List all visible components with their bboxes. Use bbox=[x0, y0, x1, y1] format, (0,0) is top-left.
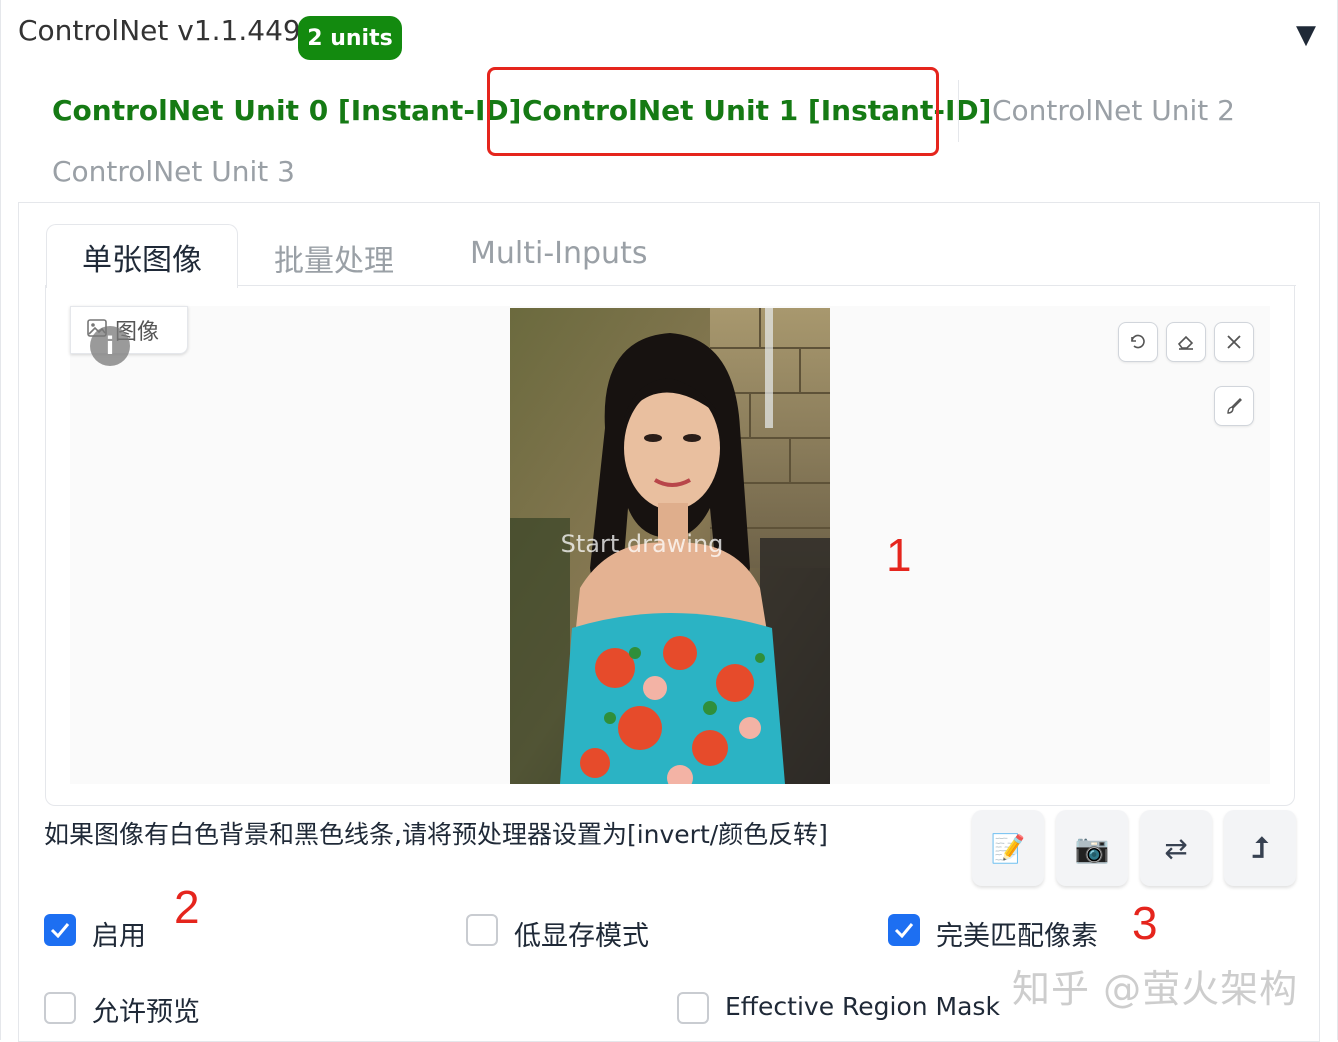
annotation-3: 3 bbox=[1132, 897, 1158, 949]
annotation-1: 1 bbox=[886, 529, 912, 581]
check-icon bbox=[50, 923, 70, 938]
annotation-2: 2 bbox=[174, 881, 200, 933]
check-icon bbox=[894, 923, 914, 938]
effective-region-mask-checkbox[interactable] bbox=[677, 992, 709, 1024]
undo-icon[interactable] bbox=[1118, 322, 1158, 362]
start-drawing-placeholder: Start drawing bbox=[560, 530, 724, 558]
tab-controlnet-unit-3[interactable]: ControlNet Unit 3 bbox=[52, 155, 295, 188]
units-badge: 2 units bbox=[298, 16, 402, 60]
eraser-icon[interactable] bbox=[1166, 322, 1206, 362]
enable-label: 启用 bbox=[92, 921, 146, 952]
close-icon[interactable] bbox=[1214, 322, 1254, 362]
low-vram-label: 低显存模式 bbox=[514, 921, 649, 952]
tab-controlnet-unit-0[interactable]: ControlNet Unit 0 [Instant-ID] bbox=[52, 94, 521, 127]
tab-multi-inputs[interactable]: Multi-Inputs bbox=[470, 236, 647, 271]
preprocessor-hint: 如果图像有白色背景和黑色线条,请将预处理器设置为[invert/颜色反转] bbox=[44, 820, 828, 849]
brush-icon[interactable] bbox=[1214, 386, 1254, 426]
watermark: 知乎 @萤火架构 bbox=[1012, 967, 1299, 1011]
tab-single-image[interactable]: 单张图像 bbox=[46, 224, 238, 288]
effective-region-mask-label: Effective Region Mask bbox=[725, 992, 1000, 1021]
memo-icon[interactable]: 📝 bbox=[972, 810, 1044, 886]
pixel-perfect-label: 完美匹配像素 bbox=[936, 921, 1098, 952]
red-highlight-box bbox=[487, 67, 939, 156]
enable-checkbox[interactable] bbox=[44, 914, 76, 946]
info-icon[interactable]: i bbox=[90, 326, 130, 366]
upload-arrow-icon[interactable]: ⮥ bbox=[1224, 810, 1296, 886]
panel-title: ControlNet v1.1.449 bbox=[18, 14, 301, 47]
collapse-icon[interactable]: ▼ bbox=[1296, 20, 1316, 50]
allow-preview-label: 允许预览 bbox=[92, 997, 200, 1028]
tab-divider bbox=[958, 80, 959, 142]
swap-icon[interactable]: ⇄ bbox=[1140, 810, 1212, 886]
tab-controlnet-unit-2[interactable]: ControlNet Unit 2 bbox=[992, 94, 1235, 127]
pixel-perfect-checkbox[interactable] bbox=[888, 914, 920, 946]
tab-batch[interactable]: 批量处理 bbox=[274, 236, 394, 280]
allow-preview-checkbox[interactable] bbox=[44, 992, 76, 1024]
low-vram-checkbox[interactable] bbox=[466, 914, 498, 946]
camera-icon[interactable]: 📷 bbox=[1056, 810, 1128, 886]
